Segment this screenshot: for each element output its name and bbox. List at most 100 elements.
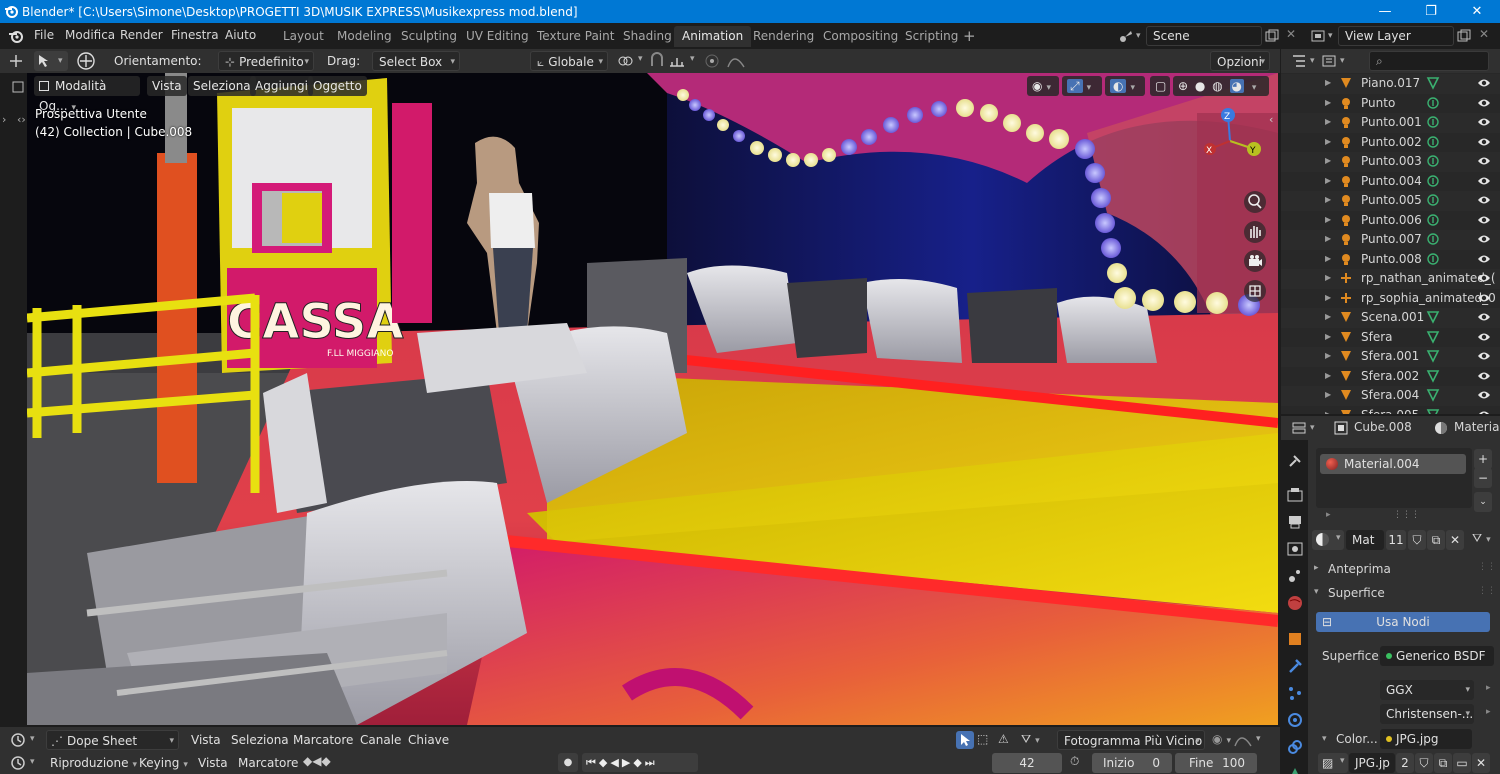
visibility-eye-icon[interactable] (1477, 370, 1491, 382)
add-slot-button[interactable]: + (1474, 449, 1492, 469)
3d-viewport[interactable]: CASSA F.LL MIGGIANO (27, 73, 1278, 725)
light-data-icon[interactable] (1426, 135, 1440, 149)
visibility-eye-icon[interactable] (1477, 214, 1491, 226)
view-layer-icon[interactable] (1310, 28, 1326, 44)
tab-texture-paint[interactable]: Texture Paint (529, 26, 622, 47)
visibility-eye-icon[interactable] (1477, 331, 1491, 343)
color-expand-icon[interactable]: ▾ (1322, 734, 1327, 744)
menu-finestra[interactable]: Finestra (171, 28, 219, 42)
visibility-dropdown[interactable]: ◉ ▾ (1027, 76, 1059, 96)
light-data-icon[interactable] (1426, 193, 1440, 207)
outliner-row[interactable]: ▶ Sfera.005 (1281, 406, 1500, 415)
visibility-eye-icon[interactable] (1477, 272, 1491, 284)
visibility-eye-icon[interactable] (1477, 136, 1491, 148)
unlink-material-icon[interactable]: ✕ (1446, 530, 1464, 550)
drag-dropdown[interactable]: Select Box ▾ (372, 51, 460, 71)
visibility-eye-icon[interactable] (1477, 253, 1491, 265)
outliner-row[interactable]: ▶ Sfera.001 (1281, 347, 1500, 367)
visibility-eye-icon[interactable] (1477, 175, 1491, 187)
list-collapse-icon[interactable]: ▸ (1326, 510, 1331, 520)
expand-arrow-icon[interactable]: ▶ (1325, 137, 1331, 146)
new-image-icon[interactable]: ⧉ (1434, 753, 1452, 773)
editor-type-icon[interactable] (8, 53, 24, 69)
mesh-data-icon[interactable] (1426, 349, 1440, 363)
jump-end-icon[interactable]: ⏭ (645, 756, 658, 769)
expand-arrow-icon[interactable]: ▶ (1325, 312, 1331, 321)
dopesheet-menu-chiave[interactable]: Chiave (408, 730, 449, 750)
delete-scene-icon[interactable]: ✕ (1286, 27, 1296, 41)
box-select-icon[interactable]: ⬚ (977, 732, 988, 746)
properties-editor-icon[interactable] (1291, 420, 1307, 436)
light-data-icon[interactable] (1426, 232, 1440, 246)
section-anteprima[interactable]: Anteprima (1328, 562, 1391, 576)
dopesheet-menu-vista[interactable]: Vista (191, 730, 221, 750)
scene-selector[interactable]: Scene (1146, 26, 1262, 46)
material-slot-item[interactable]: Material.004 (1320, 454, 1466, 474)
scene-icon[interactable] (1118, 28, 1134, 44)
snap-mode-dropdown[interactable]: Fotogramma Più Vicino ▾ (1057, 730, 1205, 750)
material-slot-list[interactable]: Material.004 (1316, 448, 1472, 508)
filter-icon[interactable]: ⛛ ▾ (1021, 732, 1040, 747)
anteprima-drag-handle[interactable]: ⋮⋮ (1478, 562, 1496, 572)
pan-hand-icon[interactable] (1243, 220, 1267, 244)
outliner-row[interactable]: ▶ Punto.001 (1281, 113, 1500, 133)
outliner-row[interactable]: ▶ Sfera (1281, 328, 1500, 348)
tool-select-icon[interactable]: ▾ (34, 51, 68, 71)
browse-image-button[interactable]: ▨ ▾ (1318, 753, 1348, 773)
physics-tab-icon[interactable] (1286, 711, 1304, 729)
outliner-row[interactable]: ▶ Punto.003 (1281, 152, 1500, 172)
use-preview-range-icon[interactable]: ⏱ (1070, 754, 1079, 769)
outliner-editor-dropdown-icon[interactable]: ▾ (1310, 56, 1315, 66)
jump-start-icon[interactable]: ⏮ (586, 756, 599, 769)
outliner-row[interactable]: ▶ Punto.002 (1281, 133, 1500, 153)
outliner-row[interactable]: ▶ Sfera.002 (1281, 367, 1500, 387)
light-data-icon[interactable] (1426, 252, 1440, 266)
expand-arrow-icon[interactable]: ▶ (1325, 156, 1331, 165)
expand-arrow-icon[interactable]: ▶ (1325, 215, 1331, 224)
timeline-editor-type[interactable]: ▾ (8, 754, 38, 772)
transform-pivot-icon[interactable] (76, 51, 96, 71)
timeline-menu-vista[interactable]: Vista (198, 753, 228, 773)
constraints-tab-icon[interactable] (1286, 738, 1304, 756)
select-cursor-icon[interactable] (956, 731, 974, 749)
outliner-editor-icon[interactable] (1291, 53, 1307, 69)
minimize-button[interactable]: — (1362, 0, 1408, 23)
tab-animation[interactable]: Animation (674, 26, 752, 47)
display-mode-dropdown-icon[interactable]: ▾ (1340, 56, 1345, 66)
expand-arrow-icon[interactable]: ▶ (1325, 371, 1331, 380)
tab-rendering[interactable]: Rendering (745, 26, 822, 47)
expand-arrow-icon[interactable]: ▶ (1325, 390, 1331, 399)
visibility-eye-icon[interactable] (1477, 155, 1491, 167)
outliner-row[interactable]: ▶ rp_sophia_animated_0 (1281, 289, 1500, 309)
tab-uv-editing[interactable]: UV Editing (458, 26, 537, 47)
prev-keyframe-icon[interactable]: ◆ (599, 756, 610, 769)
world-tab-icon[interactable] (1286, 594, 1304, 612)
new-scene-icon[interactable] (1264, 28, 1280, 44)
snap-target-icon[interactable] (668, 52, 686, 70)
duplicate-material-icon[interactable]: ⧉ (1427, 530, 1445, 550)
mesh-data-icon[interactable] (1426, 388, 1440, 402)
collapse-toolbar-icon[interactable]: ‹› (17, 113, 26, 126)
mesh-data-icon[interactable] (1426, 330, 1440, 344)
render-tab-icon[interactable] (1286, 486, 1304, 504)
mesh-data-icon[interactable] (1426, 369, 1440, 383)
visibility-eye-icon[interactable] (1477, 292, 1491, 304)
expand-arrow-icon[interactable]: ▶ (1325, 293, 1331, 302)
outliner-row[interactable]: ▶ rp_nathan_animated_( (1281, 269, 1500, 289)
list-resize-handle[interactable]: ⋮⋮⋮ (1393, 510, 1420, 520)
view-layer-selector[interactable]: View Layer (1338, 26, 1454, 46)
superfice-drag-handle[interactable]: ⋮⋮ (1478, 586, 1496, 596)
pivot-point-icon[interactable] (616, 52, 634, 70)
visibility-eye-icon[interactable] (1477, 350, 1491, 362)
orientation-dropdown[interactable]: ⊹ Predefinito ▾ (218, 51, 314, 71)
light-data-icon[interactable] (1426, 115, 1440, 129)
dopesheet-falloff-dropdown-icon[interactable]: ▾ (1256, 734, 1261, 744)
visibility-eye-icon[interactable] (1477, 409, 1491, 415)
close-button[interactable]: ✕ (1454, 0, 1500, 23)
scene-dropdown-icon[interactable]: ▾ (1136, 31, 1141, 41)
start-frame-field[interactable]: Inizio 0 (1092, 753, 1172, 773)
distribution-dropdown[interactable]: GGX ▾ (1380, 680, 1474, 700)
shading-mode[interactable]: ⊕ ● ◍ ◕ ▾ (1173, 76, 1269, 96)
anteprima-collapse-icon[interactable]: ▸ (1314, 563, 1319, 573)
menu-aggiungi[interactable]: Aggiungi (250, 76, 313, 96)
